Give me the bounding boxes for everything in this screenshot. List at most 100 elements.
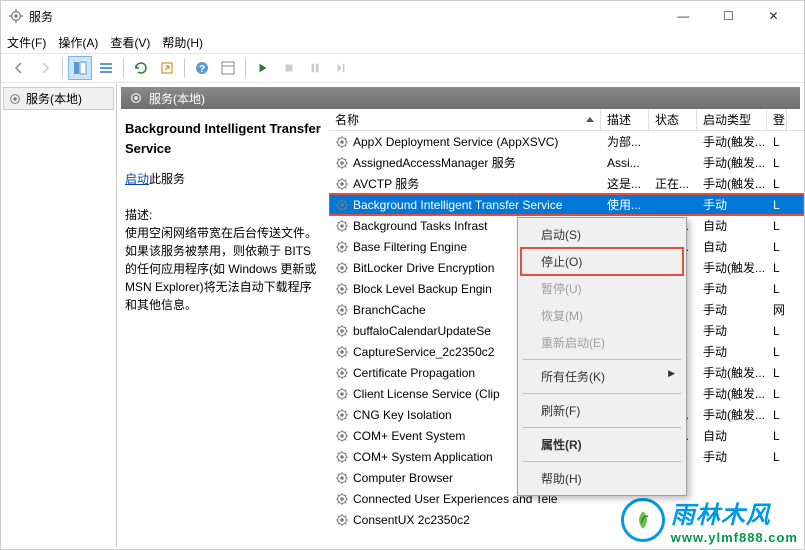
pause-service-button[interactable] [303, 56, 327, 80]
cell-logon: L [767, 259, 787, 277]
detail-service-title: Background Intelligent Transfer Service [125, 119, 321, 158]
restart-service-button[interactable] [329, 56, 353, 80]
gear-icon [335, 156, 349, 170]
cell-logon: L [767, 343, 787, 361]
titlebar: 服务 — ☐ ✕ [1, 1, 804, 31]
gear-icon [335, 450, 349, 464]
view-list-button[interactable] [94, 56, 118, 80]
ctx-help[interactable]: 帮助(H) [521, 465, 683, 492]
ctx-pause: 暂停(U) [521, 275, 683, 302]
cell-desc: 使用... [601, 194, 649, 215]
maximize-button[interactable]: ☐ [706, 2, 751, 30]
minimize-button[interactable]: — [661, 2, 706, 30]
tree-root-label: 服务(本地) [26, 90, 82, 107]
table-row[interactable]: AssignedAccessManager 服务Assi...手动(触发...L [329, 152, 804, 173]
menu-view[interactable]: 查看(V) [110, 34, 150, 51]
col-status[interactable]: 状态 [649, 109, 697, 130]
ctx-refresh[interactable]: 刷新(F) [521, 397, 683, 424]
col-desc[interactable]: 描述 [601, 109, 649, 130]
cell-logon: L [767, 238, 787, 256]
content-header-label: 服务(本地) [149, 90, 205, 107]
gear-icon [335, 345, 349, 359]
cell-status [649, 203, 697, 207]
cell-logon: L [767, 175, 787, 193]
start-service-button[interactable] [251, 56, 275, 80]
cell-status [649, 140, 697, 144]
cell-start: 自动 [697, 425, 767, 446]
gear-icon [335, 261, 349, 275]
cell-logon: L [767, 406, 787, 424]
cell-logon: L [767, 154, 787, 172]
cell-start: 手动(触发... [697, 404, 767, 425]
context-menu: 启动(S) 停止(O) 暂停(U) 恢复(M) 重新启动(E) 所有任务(K) … [517, 217, 687, 496]
cell-start [697, 476, 767, 480]
tree-root[interactable]: 服务(本地) [3, 87, 114, 110]
cell-start: 手动(触发... [697, 173, 767, 194]
ctx-stop[interactable]: 停止(O) [521, 248, 683, 275]
table-row[interactable]: AVCTP 服务这是...正在...手动(触发...L [329, 173, 804, 194]
toolbar: ? [1, 53, 804, 83]
tree-pane: 服务(本地) [1, 83, 117, 547]
nav-forward-button[interactable] [33, 56, 57, 80]
gear-icon [335, 240, 349, 254]
cell-logon: L [767, 427, 787, 445]
nav-back-button[interactable] [7, 56, 31, 80]
menu-action[interactable]: 操作(A) [58, 34, 98, 51]
ctx-start[interactable]: 启动(S) [521, 221, 683, 248]
content-pane: 服务(本地) Background Intelligent Transfer S… [117, 83, 804, 547]
cell-name: ConsentUX 2c2350c2 [329, 511, 601, 529]
gear-icon [335, 219, 349, 233]
gear-icon [335, 366, 349, 380]
stop-service-button[interactable] [277, 56, 301, 80]
detail-start-line: 启动此服务 [125, 170, 321, 188]
close-button[interactable]: ✕ [751, 2, 796, 30]
table-row[interactable]: AppX Deployment Service (AppXSVC)为部... 手动… [329, 131, 804, 152]
gear-icon [8, 92, 22, 106]
cell-start: 手动(触发... [697, 362, 767, 383]
gear-icon [335, 324, 349, 338]
window-title: 服务 [29, 8, 661, 25]
cell-logon: L [767, 196, 787, 214]
cell-desc: 为部... [601, 131, 649, 152]
cell-start: 手动(触发... [697, 257, 767, 278]
start-link[interactable]: 启动 [125, 172, 149, 186]
properties-button[interactable] [216, 56, 240, 80]
table-row[interactable]: Background Intelligent Transfer Service使… [329, 194, 804, 215]
menu-help[interactable]: 帮助(H) [162, 34, 203, 51]
gear-icon [335, 429, 349, 443]
cell-start: 手动 [697, 194, 767, 215]
cell-start: 手动(触发... [697, 152, 767, 173]
cell-logon: 网 [767, 299, 787, 320]
col-logon[interactable]: 登 [767, 109, 787, 130]
ctx-properties[interactable]: 属性(R) [521, 431, 683, 458]
cell-logon: L [767, 280, 787, 298]
refresh-button[interactable] [129, 56, 153, 80]
content-header: 服务(本地) [121, 87, 800, 109]
cell-logon: L [767, 364, 787, 382]
svg-text:?: ? [199, 64, 205, 75]
gear-icon [335, 177, 349, 191]
col-name[interactable]: 名称 [329, 109, 601, 130]
cell-start: 手动 [697, 341, 767, 362]
cell-status [649, 161, 697, 165]
cell-start: 手动(触发... [697, 131, 767, 152]
cell-logon [767, 476, 787, 480]
gear-icon [335, 303, 349, 317]
cell-name: AppX Deployment Service (AppXSVC) [329, 133, 601, 151]
cell-start: 手动 [697, 446, 767, 467]
menu-file[interactable]: 文件(F) [7, 34, 46, 51]
cell-start: 手动 [697, 299, 767, 320]
watermark: 雨林木风 www.ylmf888.com [621, 495, 798, 545]
export-button[interactable] [155, 56, 179, 80]
gear-icon [335, 282, 349, 296]
help-button[interactable]: ? [190, 56, 214, 80]
watermark-badge [621, 498, 665, 542]
gear-icon [335, 387, 349, 401]
gear-icon [335, 513, 349, 527]
gear-icon [335, 135, 349, 149]
gear-icon [129, 91, 143, 105]
col-start[interactable]: 启动类型 [697, 109, 767, 130]
ctx-alltasks[interactable]: 所有任务(K) [521, 363, 683, 390]
view-detail-button[interactable] [68, 56, 92, 80]
gear-icon [335, 198, 349, 212]
